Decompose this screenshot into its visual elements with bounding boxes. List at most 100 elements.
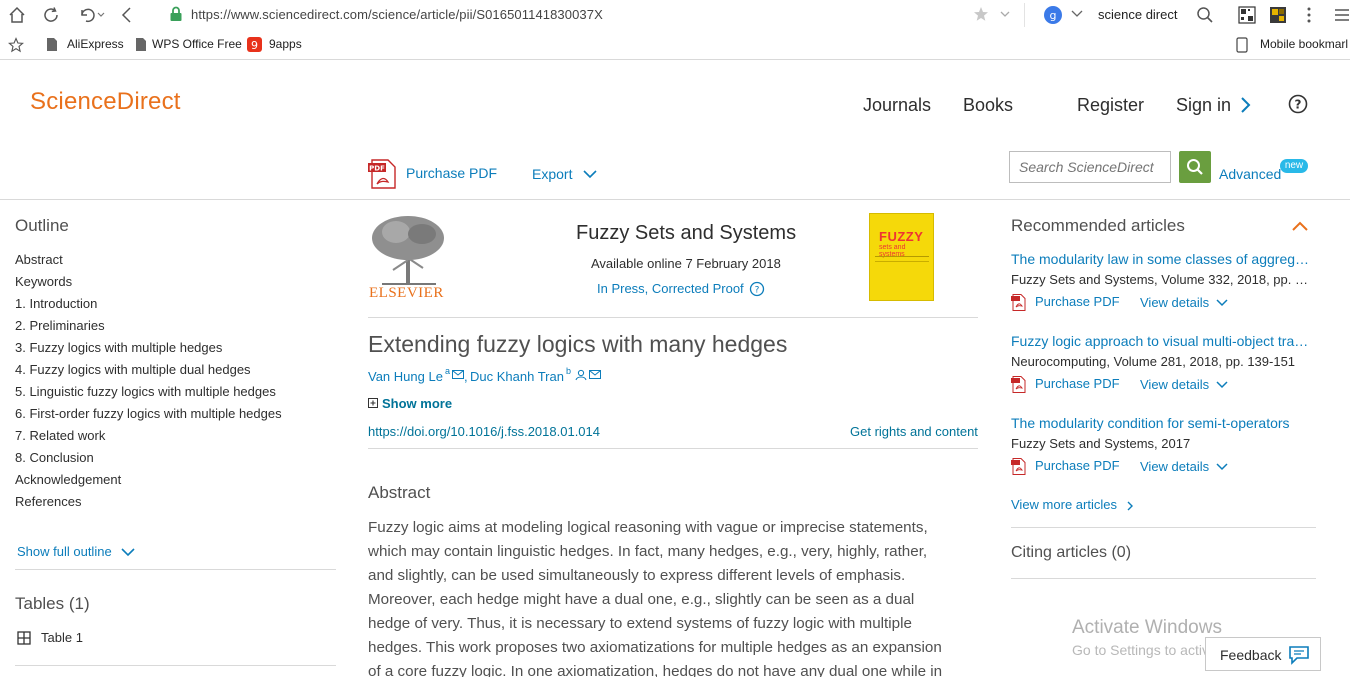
recommended-article-title[interactable]: The modularity law in some classes of ag… xyxy=(1011,251,1315,267)
qr-code-icon[interactable] xyxy=(1238,6,1256,24)
search-engine-icon[interactable]: g xyxy=(1043,5,1063,25)
search-button[interactable] xyxy=(1179,151,1211,183)
chevron-down-icon[interactable] xyxy=(1000,11,1010,19)
sciencedirect-logo[interactable]: ScienceDirect xyxy=(30,88,181,116)
star-icon[interactable] xyxy=(973,6,989,22)
article-status[interactable]: In Press, Corrected Proof xyxy=(597,281,744,296)
outline-item[interactable]: 1. Introduction xyxy=(15,296,97,311)
nav-sign-in[interactable]: Sign in xyxy=(1176,95,1231,116)
outline-item-keywords[interactable]: Keywords xyxy=(15,274,72,289)
reload-icon[interactable] xyxy=(42,6,60,24)
table-icon xyxy=(17,631,31,645)
nav-books[interactable]: Books xyxy=(963,95,1013,116)
expand-icon[interactable] xyxy=(368,398,378,408)
email-icon[interactable] xyxy=(589,370,601,380)
pdf-icon[interactable] xyxy=(1011,294,1026,311)
available-online: Available online 7 February 2018 xyxy=(591,256,781,271)
info-icon[interactable]: ? xyxy=(749,281,765,297)
bookmark-wps-office[interactable]: WPS Office Free xyxy=(152,37,242,51)
abstract-line: which may contain linguistic hedges. In … xyxy=(368,543,928,560)
abstract-line: Fuzzy logic aims at modeling logical rea… xyxy=(368,519,928,536)
activate-windows-text: Activate Windows xyxy=(1072,617,1222,638)
journal-title[interactable]: Fuzzy Sets and Systems xyxy=(576,222,796,245)
author-link[interactable]: Van Hung Le xyxy=(368,369,443,384)
page-icon xyxy=(47,38,57,51)
outline-item[interactable]: 7. Related work xyxy=(15,428,105,443)
chevron-up-icon[interactable] xyxy=(1291,220,1309,232)
bookmark-aliexpress[interactable]: AliExpress xyxy=(67,37,124,51)
mobile-bookmarks[interactable]: Mobile bookmarl xyxy=(1260,37,1348,51)
purchase-pdf-link[interactable]: Purchase PDF xyxy=(406,165,497,181)
author-affiliation: b xyxy=(566,366,572,376)
outline-item[interactable]: 3. Fuzzy logics with multiple hedges xyxy=(15,340,222,355)
abstract-line: Moreover, each hedge might have a dual o… xyxy=(368,591,915,608)
nav-register[interactable]: Register xyxy=(1077,95,1144,116)
outline-item[interactable]: 5. Linguistic fuzzy logics with multiple… xyxy=(15,384,276,399)
advanced-search-link[interactable]: Advanced xyxy=(1219,166,1281,182)
bookmark-star-icon[interactable] xyxy=(8,37,24,53)
recommended-article-title[interactable]: The modularity condition for semi-t-oper… xyxy=(1011,415,1315,431)
mobile-icon xyxy=(1236,37,1248,53)
extension-icon[interactable] xyxy=(1269,6,1287,24)
bookmark-9apps[interactable]: 9apps xyxy=(269,37,302,51)
chevron-down-icon[interactable] xyxy=(1216,298,1228,307)
view-details-link[interactable]: View details xyxy=(1140,377,1209,392)
outline-item[interactable]: 4. Fuzzy logics with multiple dual hedge… xyxy=(15,362,251,377)
outline-item[interactable]: References xyxy=(15,494,81,509)
pdf-icon[interactable] xyxy=(1011,458,1026,475)
journal-cover[interactable]: FUZZY sets and systems xyxy=(869,213,934,301)
search-engine-query[interactable]: science direct xyxy=(1098,7,1177,22)
view-details-link[interactable]: View details xyxy=(1140,295,1209,310)
nav-journals[interactable]: Journals xyxy=(863,95,931,116)
more-vert-icon[interactable] xyxy=(1305,6,1313,24)
show-more-button[interactable]: Show more xyxy=(382,396,452,411)
outline-item[interactable]: Acknowledgement xyxy=(15,472,121,487)
menu-icon[interactable] xyxy=(1334,7,1350,23)
home-icon[interactable] xyxy=(8,6,26,24)
9apps-icon: 9 xyxy=(247,37,262,52)
search-input[interactable] xyxy=(1010,152,1170,182)
tables-title: Tables (1) xyxy=(15,594,90,613)
recommended-purchase-pdf[interactable]: Purchase PDF xyxy=(1035,458,1120,473)
chevron-right-icon[interactable] xyxy=(1126,500,1134,512)
help-icon[interactable]: ? xyxy=(1288,94,1308,114)
recommended-purchase-pdf[interactable]: Purchase PDF xyxy=(1035,294,1120,309)
citing-articles-title[interactable]: Citing articles (0) xyxy=(1011,544,1131,562)
search-field[interactable] xyxy=(1009,151,1171,183)
outline-item[interactable]: 2. Preliminaries xyxy=(15,318,105,333)
export-link[interactable]: Export xyxy=(532,166,572,182)
doi-link[interactable]: https://doi.org/10.1016/j.fss.2018.01.01… xyxy=(368,424,600,439)
chevron-down-icon[interactable] xyxy=(1216,462,1228,471)
engine-dropdown-icon[interactable] xyxy=(1071,10,1083,18)
view-details-link[interactable]: View details xyxy=(1140,459,1209,474)
back-icon[interactable] xyxy=(120,6,134,24)
feedback-button[interactable]: Feedback xyxy=(1205,637,1321,671)
email-icon[interactable] xyxy=(452,370,464,380)
outline-item-abstract[interactable]: Abstract xyxy=(15,252,63,267)
search-icon[interactable] xyxy=(1196,6,1214,24)
header-divider xyxy=(0,199,1350,200)
outline-item[interactable]: 6. First-order fuzzy logics with multipl… xyxy=(15,406,282,421)
cover-rule xyxy=(875,261,929,262)
abstract-line: hedge of very. Thus, it is necessary to … xyxy=(368,615,912,632)
svg-text:9: 9 xyxy=(251,39,258,52)
person-icon[interactable] xyxy=(575,369,587,381)
get-rights-link[interactable]: Get rights and content xyxy=(850,424,978,439)
chevron-right-icon[interactable] xyxy=(1240,96,1252,114)
author-link[interactable]: Duc Khanh Tran xyxy=(470,369,564,384)
chevron-down-icon[interactable] xyxy=(121,547,135,557)
table-1-link[interactable]: Table 1 xyxy=(41,630,83,645)
pdf-icon[interactable] xyxy=(1011,376,1026,393)
show-full-outline-link[interactable]: Show full outline xyxy=(17,544,112,559)
view-more-articles-link[interactable]: View more articles xyxy=(1011,497,1117,512)
outline-divider xyxy=(15,569,336,570)
abstract-text: Fuzzy logic aims at modeling logical rea… xyxy=(368,516,968,677)
outline-item[interactable]: 8. Conclusion xyxy=(15,450,94,465)
address-bar[interactable]: https://www.sciencedirect.com/science/ar… xyxy=(155,3,1025,27)
recommended-article-title[interactable]: Fuzzy logic approach to visual multi-obj… xyxy=(1011,333,1315,349)
chevron-down-icon[interactable] xyxy=(583,169,597,179)
chevron-down-icon[interactable] xyxy=(1216,380,1228,389)
pdf-icon[interactable]: PDF xyxy=(368,159,398,189)
undo-icon[interactable] xyxy=(78,6,106,24)
recommended-purchase-pdf[interactable]: Purchase PDF xyxy=(1035,376,1120,391)
